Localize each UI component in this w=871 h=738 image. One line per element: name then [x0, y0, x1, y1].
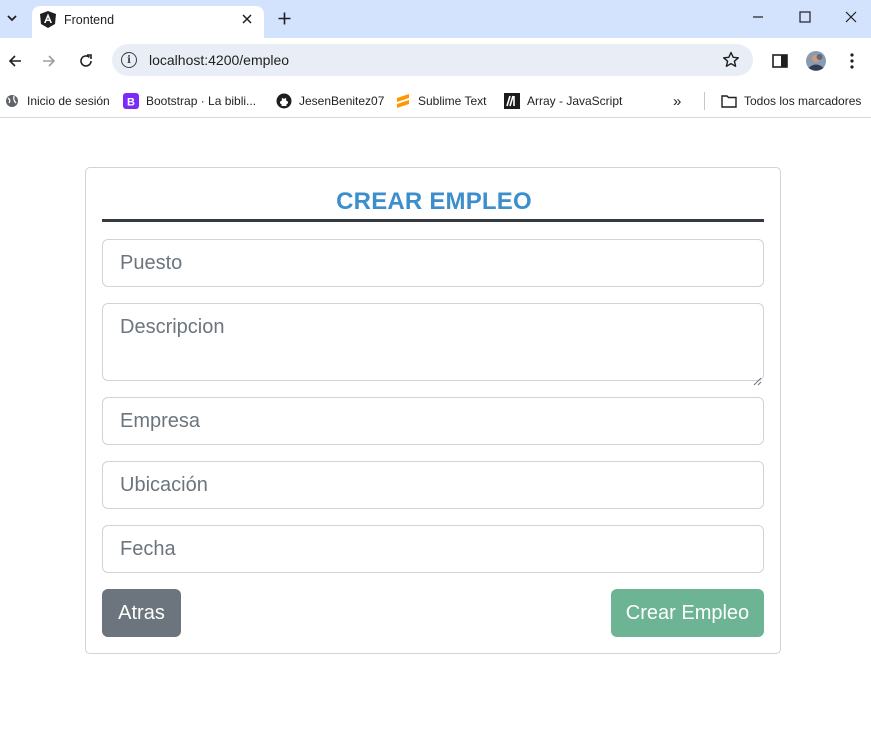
bookmark-label: Bootstrap · La bibli...	[146, 94, 257, 108]
forward-arrow-icon[interactable]	[36, 48, 62, 74]
mdn-icon	[504, 93, 520, 109]
puesto-placeholder: Puesto	[120, 252, 183, 274]
create-job-button[interactable]: Crear Empleo	[611, 589, 764, 637]
url-text: localhost:4200/empleo	[149, 52, 290, 68]
create-job-card: CREAR EMPLEO Puesto Descripcion Empresa …	[85, 167, 781, 654]
descripcion-textarea[interactable]: Descripcion	[102, 303, 764, 386]
bookmark-label: JesenBenitez07	[299, 94, 385, 108]
active-tab[interactable]: Frontend	[32, 6, 264, 38]
github-icon	[276, 93, 292, 109]
bookmarks-overflow-chevron[interactable]: »	[673, 90, 681, 112]
ubicacion-input[interactable]: Ubicación	[102, 461, 764, 509]
tab-title: Frontend	[64, 13, 115, 27]
bookmark-label: Todos los marcadores	[744, 94, 862, 108]
bookmarks-bar: Inicio de sesión B Bootstrap · La bibli.…	[0, 84, 871, 118]
page-title: CREAR EMPLEO	[336, 188, 532, 215]
address-bar[interactable]: i localhost:4200/empleo	[112, 44, 753, 76]
side-panel-icon[interactable]	[767, 48, 793, 74]
bookmark-label: Sublime Text	[418, 94, 487, 108]
bookmark-star-icon[interactable]	[721, 50, 741, 70]
sublime-icon	[395, 93, 411, 109]
site-info-icon[interactable]: i	[121, 52, 137, 68]
close-window-icon[interactable]	[836, 4, 866, 30]
fecha-input[interactable]: Fecha	[102, 525, 764, 573]
menu-kebab-icon[interactable]	[839, 48, 865, 74]
bookmark-item[interactable]: Array - JavaScript	[504, 90, 622, 112]
empresa-input[interactable]: Empresa	[102, 397, 764, 445]
profile-avatar-icon[interactable]	[803, 48, 829, 74]
folder-icon	[721, 93, 737, 109]
ubicacion-placeholder: Ubicación	[120, 474, 208, 496]
new-tab-icon[interactable]	[274, 8, 294, 28]
tab-search-chevron-icon[interactable]	[2, 8, 22, 28]
title-divider	[102, 219, 764, 222]
descripcion-placeholder: Descripcion	[120, 316, 225, 338]
resize-grip-icon[interactable]	[752, 369, 762, 386]
angular-icon	[40, 11, 56, 28]
maximize-icon[interactable]	[790, 4, 820, 30]
bootstrap-icon: B	[123, 93, 139, 109]
back-arrow-icon[interactable]	[2, 48, 28, 74]
bookmark-label: Inicio de sesión	[27, 94, 110, 108]
empresa-placeholder: Empresa	[120, 410, 201, 432]
back-button[interactable]: Atras	[102, 589, 181, 637]
minimize-icon[interactable]	[743, 4, 773, 30]
svg-text:B: B	[127, 97, 135, 109]
all-bookmarks-folder[interactable]: Todos los marcadores	[721, 90, 861, 112]
globe-icon	[4, 93, 20, 109]
puesto-input[interactable]: Puesto	[102, 239, 764, 287]
browser-toolbar: i localhost:4200/empleo	[0, 38, 871, 84]
bookmark-label: Array - JavaScript	[527, 94, 623, 108]
tab-strip: Frontend	[0, 0, 871, 38]
close-tab-icon[interactable]	[238, 10, 256, 28]
bookmark-item[interactable]: JesenBenitez07	[276, 90, 384, 112]
bookmarks-separator	[704, 92, 705, 110]
reload-icon[interactable]	[73, 48, 99, 74]
bookmark-item[interactable]: Inicio de sesión	[4, 90, 110, 112]
bookmark-item[interactable]: B Bootstrap · La bibli...	[123, 90, 256, 112]
bookmark-item[interactable]: Sublime Text	[395, 90, 486, 112]
fecha-placeholder: Fecha	[120, 538, 176, 560]
